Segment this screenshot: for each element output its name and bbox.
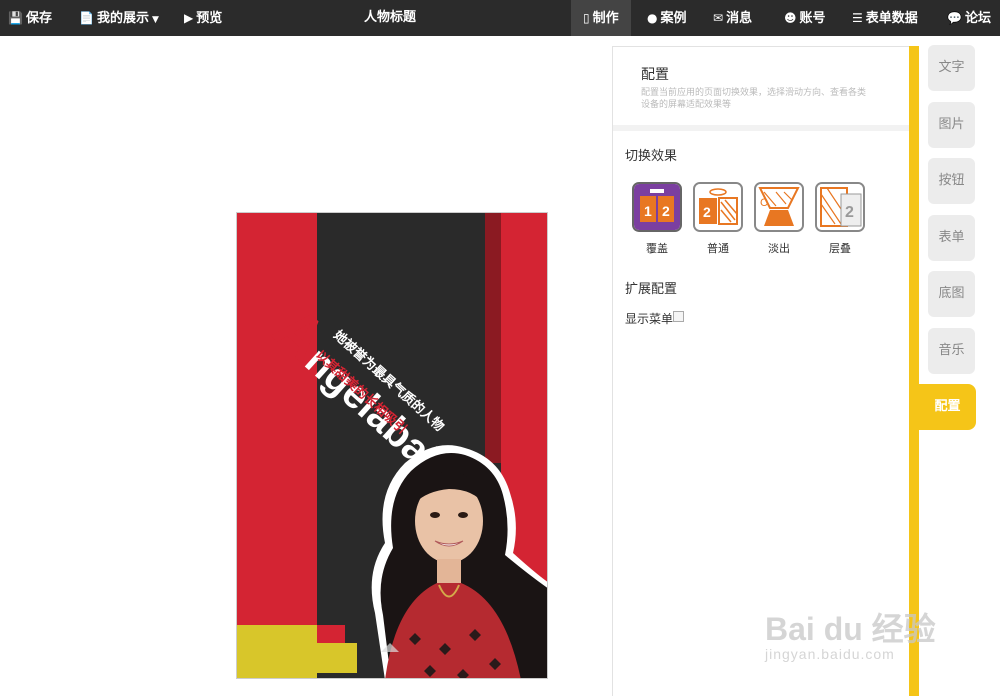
- effect-cover[interactable]: 12 覆盖: [631, 182, 683, 258]
- svg-text:2: 2: [703, 204, 711, 220]
- chevron-up-icon[interactable]: [381, 643, 399, 652]
- lightbulb-icon: ●: [647, 11, 658, 25]
- portrait-image[interactable]: [345, 433, 548, 679]
- show-menu-row: 显示菜单: [625, 310, 685, 327]
- messages-link[interactable]: ✉ 消息: [713, 0, 752, 36]
- tab-image[interactable]: 图片: [928, 102, 975, 148]
- tab-button[interactable]: 按钮: [928, 158, 975, 204]
- baidu-watermark: Bai du 经验 jingyan.baidu.com: [765, 588, 965, 668]
- poster-red-band-left: [237, 213, 317, 678]
- effect-cover-icon: 12: [632, 182, 682, 232]
- form-data-label: 表单数据: [865, 11, 918, 26]
- svg-text:C: C: [760, 197, 768, 209]
- effect-stack-icon: 2: [815, 182, 865, 232]
- forum-label: 论坛: [964, 11, 991, 26]
- effect-normal-icon: 2: [693, 182, 743, 232]
- effect-fade[interactable]: C 淡出: [753, 182, 805, 258]
- poster-dark-strip: [485, 213, 501, 463]
- svg-text:2: 2: [662, 203, 670, 219]
- svg-text:1: 1: [644, 203, 652, 219]
- database-icon: ☰: [852, 11, 863, 25]
- extend-config-heading: 扩展配置: [625, 282, 678, 297]
- poster-yellow-block-2: [317, 643, 357, 673]
- mobile-icon: ▯: [583, 11, 590, 25]
- tab-config[interactable]: 配置: [919, 384, 976, 430]
- cases-link[interactable]: ● 案例: [647, 0, 687, 36]
- tab-music[interactable]: 音乐: [928, 328, 975, 374]
- effect-stack-label: 层叠: [829, 242, 851, 255]
- tab-background[interactable]: 底图: [928, 271, 975, 317]
- poster-preview[interactable]: Angelababy 她被誉为最具气质的人物 以其甜美的长相吸引: [236, 212, 548, 679]
- comments-icon: 💬: [947, 11, 962, 25]
- switch-effect-options: 12 覆盖 2 普通 C 淡出 2 层叠: [631, 182, 881, 262]
- watermark-url: jingyan.baidu.com: [765, 646, 895, 662]
- show-menu-label: 显示菜单: [625, 312, 674, 326]
- switch-effect-heading: 切换效果: [625, 149, 678, 164]
- form-data-link[interactable]: ☰ 表单数据: [852, 0, 918, 36]
- poster-yellow-block: [237, 625, 317, 678]
- tab-text[interactable]: 文字: [928, 45, 975, 91]
- tab-make[interactable]: ▯ 制作: [571, 0, 631, 36]
- poster-red-block: [315, 625, 345, 643]
- forum-link[interactable]: 💬 论坛: [947, 0, 991, 36]
- user-icon: ☻: [784, 11, 797, 25]
- effect-normal-label: 普通: [707, 242, 729, 255]
- cases-label: 案例: [660, 11, 687, 26]
- svg-text:2: 2: [845, 204, 854, 221]
- effect-normal[interactable]: 2 普通: [692, 182, 744, 258]
- effect-fade-label: 淡出: [768, 242, 790, 255]
- tab-form[interactable]: 表单: [928, 215, 975, 261]
- show-menu-checkbox[interactable]: [673, 311, 685, 322]
- config-title: 配置: [641, 67, 669, 83]
- watermark-logo-text: Bai du 经验: [765, 611, 936, 647]
- messages-label: 消息: [726, 11, 753, 26]
- make-label: 制作: [592, 11, 619, 26]
- effect-cover-label: 覆盖: [646, 242, 668, 255]
- top-toolbar: 💾 保存 📄 我的展示 ▼ ▶ 预览 人物标题 ▯ 制作 ● 案例 ✉ 消息 ☻ 账号 ☰ 表单数…: [0, 0, 1000, 36]
- account-link[interactable]: ☻ 账号: [784, 0, 826, 36]
- effect-fade-icon: C: [754, 182, 804, 232]
- effect-stack[interactable]: 2 层叠: [814, 182, 866, 258]
- envelope-icon: ✉: [713, 11, 724, 25]
- config-header: 配置 配置当前应用的页面切换效果，选择滑动方向、查看各类设备的屏幕适配效果等: [613, 47, 910, 131]
- config-description: 配置当前应用的页面切换效果，选择滑动方向、查看各类设备的屏幕适配效果等: [641, 88, 867, 110]
- account-label: 账号: [799, 11, 826, 26]
